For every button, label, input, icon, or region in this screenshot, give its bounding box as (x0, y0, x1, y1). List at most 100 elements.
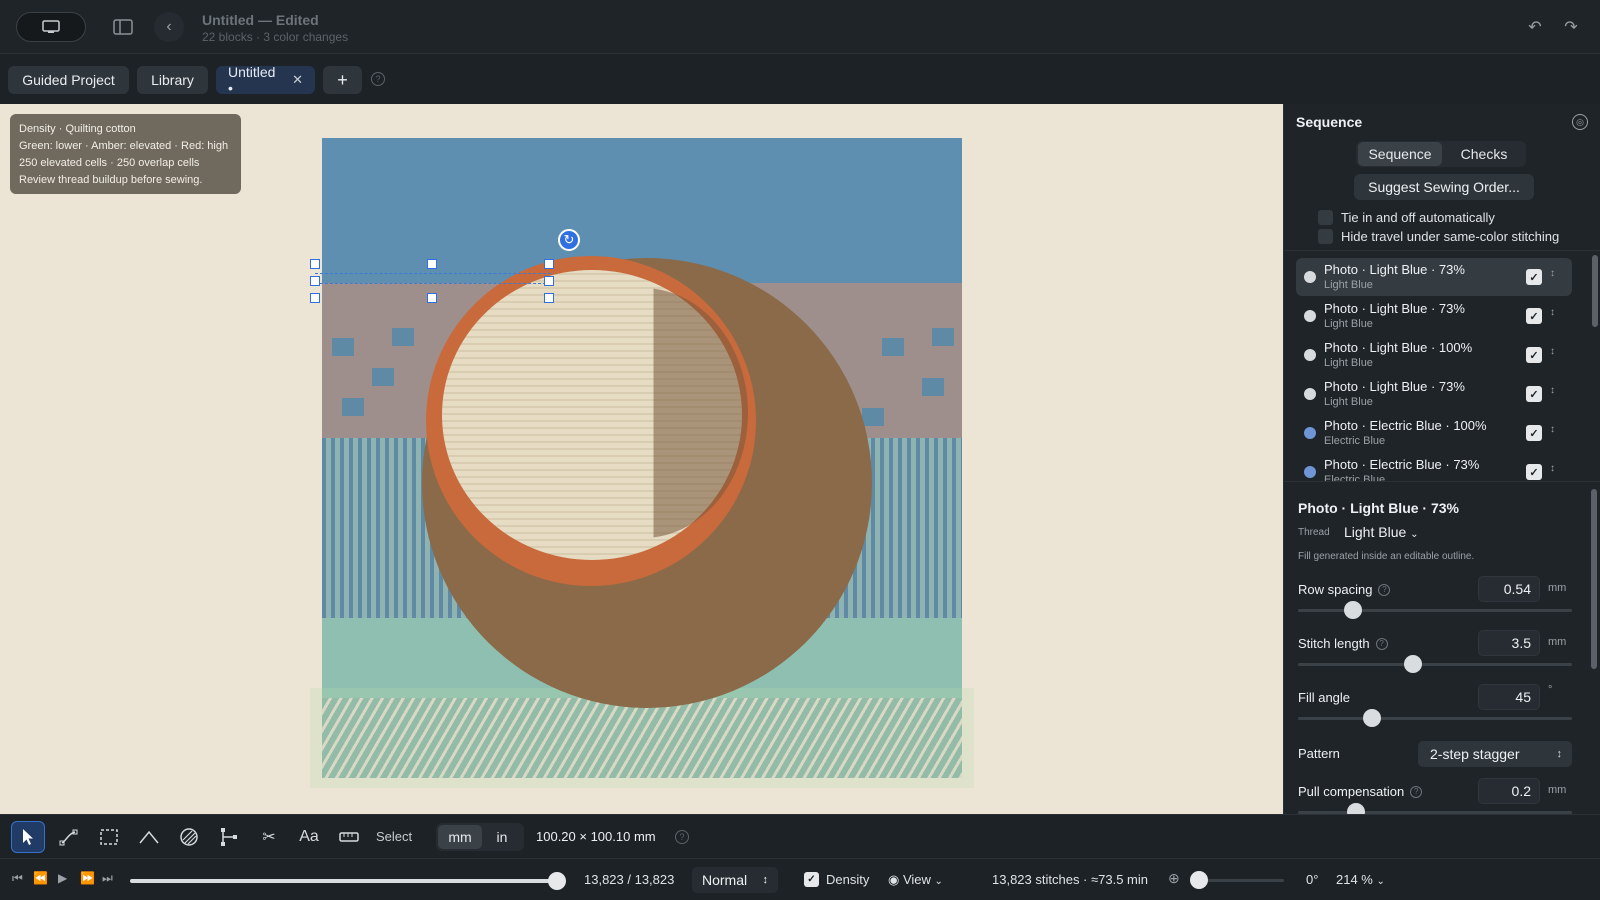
rectangle-select-icon (100, 829, 118, 845)
help-icon[interactable]: ? (371, 72, 385, 86)
option-label: Hide travel under same-color stitching (1341, 228, 1560, 244)
option-tie-in-off[interactable]: Tie in and off automatically (1318, 208, 1495, 226)
measure-tool-button[interactable] (332, 821, 366, 853)
redo-button[interactable]: ↷ (1556, 12, 1586, 42)
globe-icon[interactable]: ⊕ (1168, 870, 1180, 887)
step-forward-icon[interactable]: ⏩ (80, 871, 95, 885)
visibility-checkbox[interactable]: ✓ (1526, 269, 1542, 285)
pull-compensation-input[interactable]: 0.2 (1478, 778, 1540, 804)
back-button[interactable]: ‹ (154, 12, 184, 42)
checkbox[interactable] (1318, 209, 1333, 225)
resize-handle[interactable] (310, 276, 320, 286)
reorder-icon[interactable]: ↕ (1550, 346, 1555, 357)
reorder-icon[interactable]: ↕ (1550, 424, 1555, 435)
rotate-handle[interactable]: ↻ (558, 229, 580, 251)
sequence-item[interactable]: Photo · Light Blue · 100% Light Blue ✓ ↕ (1296, 336, 1572, 374)
sequence-item[interactable]: Photo · Light Blue · 73% Light Blue ✓ ↕ (1296, 258, 1572, 296)
reorder-icon[interactable]: ↕ (1550, 307, 1555, 318)
app-menu-button[interactable] (16, 12, 86, 42)
scrubber-knob[interactable] (548, 872, 566, 890)
palette-icon[interactable]: ◎ (1572, 114, 1588, 130)
sequence-item[interactable]: Photo · Electric Blue · 73% Electric Blu… (1296, 453, 1572, 481)
sidebar-toggle-button[interactable] (108, 12, 138, 42)
visibility-checkbox[interactable]: ✓ (1526, 308, 1542, 324)
help-icon[interactable]: ? (1378, 583, 1391, 596)
resize-handle[interactable] (427, 293, 437, 303)
visibility-checkbox[interactable]: ✓ (1526, 347, 1542, 363)
select-tool-button[interactable] (11, 821, 45, 853)
sequence-scrollbar[interactable] (1592, 255, 1598, 327)
reorder-icon[interactable]: ↕ (1550, 385, 1555, 396)
thread-select[interactable]: Light Blue ⌄ (1344, 524, 1419, 540)
add-tab-button[interactable]: + (323, 66, 362, 94)
suggest-sewing-order-button[interactable]: Suggest Sewing Order... (1354, 174, 1534, 200)
help-icon[interactable]: ? (1410, 785, 1423, 798)
zoom-knob[interactable] (1190, 871, 1208, 889)
stitch-length-slider[interactable] (1298, 655, 1572, 673)
stitch-scrubber[interactable] (130, 872, 566, 890)
zoom-slider[interactable] (1190, 871, 1284, 889)
pull-compensation-label: Pull compensation ? (1298, 784, 1423, 799)
density-checkbox[interactable]: ✓ (804, 872, 819, 887)
tab-untitled[interactable]: Untitled • ✕ (216, 64, 315, 96)
resize-handle[interactable] (544, 259, 554, 269)
line-tool-button[interactable] (132, 821, 166, 853)
tab-sequence[interactable]: Sequence (1358, 142, 1442, 166)
skip-to-end-icon[interactable]: ⏭ (102, 871, 113, 886)
option-hide-travel[interactable]: Hide travel under same-color stitching (1318, 227, 1559, 245)
zoom-value: 214 % (1336, 872, 1373, 887)
sequence-item-name: Photo · Light Blue · 73% (1324, 262, 1465, 277)
undo-button[interactable]: ↶ (1520, 12, 1550, 42)
path-tool-button[interactable] (52, 821, 86, 853)
fill-tool-button[interactable] (172, 821, 206, 853)
step-back-icon[interactable]: ⏪ (33, 871, 48, 885)
help-icon[interactable]: ? (1375, 637, 1388, 650)
fill-angle-input[interactable]: 45 (1478, 684, 1540, 710)
slider-knob[interactable] (1404, 655, 1423, 673)
unit-in-button[interactable]: in (482, 825, 522, 849)
close-icon[interactable]: ✕ (292, 72, 303, 88)
visibility-checkbox[interactable]: ✓ (1526, 386, 1542, 402)
zoom-menu[interactable]: 214 % ⌄ (1336, 872, 1385, 887)
text-tool-button[interactable]: Aa (292, 821, 326, 853)
rectangle-tool-button[interactable] (92, 821, 126, 853)
undo-icon: ↶ (1528, 19, 1542, 36)
reorder-icon[interactable]: ↕ (1550, 463, 1555, 474)
tab-checks[interactable]: Checks (1444, 142, 1524, 166)
speed-select[interactable]: Normal ↕ (692, 867, 778, 893)
resize-handle[interactable] (427, 259, 437, 269)
sequence-item[interactable]: Photo · Light Blue · 73% Light Blue ✓ ↕ (1296, 297, 1572, 335)
visibility-checkbox[interactable]: ✓ (1526, 464, 1542, 480)
sequence-item-name: Photo · Light Blue · 73% (1324, 379, 1465, 394)
fill-angle-slider[interactable] (1298, 709, 1572, 727)
resize-handle[interactable] (310, 259, 320, 269)
tab-library[interactable]: Library (137, 66, 208, 94)
unit-mm-button[interactable]: mm (438, 825, 482, 849)
slider-knob[interactable] (1346, 803, 1365, 814)
tab-guided-project[interactable]: Guided Project (8, 66, 129, 94)
play-icon[interactable]: ▶ (58, 871, 67, 885)
view-menu[interactable]: ◉ View ⌄ (888, 872, 943, 888)
slider-knob[interactable] (1362, 709, 1381, 727)
resize-handle[interactable] (544, 293, 554, 303)
resize-handle[interactable] (544, 276, 554, 286)
node-tool-button[interactable] (212, 821, 246, 853)
tool-bar: ✂ Aa Select mm in 100.20 × 100.10 mm ? (0, 814, 1600, 858)
checkbox[interactable] (1318, 228, 1333, 244)
stitch-length-input[interactable]: 3.5 (1478, 630, 1540, 656)
skip-to-start-icon[interactable]: ⏮ (12, 871, 23, 886)
slider-knob[interactable] (1343, 601, 1362, 619)
properties-scrollbar[interactable] (1591, 489, 1597, 669)
sequence-item[interactable]: Photo · Electric Blue · 100% Electric Bl… (1296, 414, 1572, 452)
help-icon[interactable]: ? (675, 830, 689, 844)
resize-handle[interactable] (310, 293, 320, 303)
reorder-icon[interactable]: ↕ (1550, 268, 1555, 279)
row-spacing-input[interactable]: 0.54 (1478, 576, 1540, 602)
pattern-select[interactable]: 2-step stagger ↕ (1418, 741, 1572, 767)
properties-title: Photo · Light Blue · 73% (1298, 500, 1459, 516)
row-spacing-slider[interactable] (1298, 601, 1572, 619)
design-canvas[interactable]: ↻ Density · Quilting cotton Green: lower… (0, 104, 1283, 814)
cut-tool-button[interactable]: ✂ (252, 821, 286, 853)
sequence-item[interactable]: Photo · Light Blue · 73% Light Blue ✓ ↕ (1296, 375, 1572, 413)
visibility-checkbox[interactable]: ✓ (1526, 425, 1542, 441)
